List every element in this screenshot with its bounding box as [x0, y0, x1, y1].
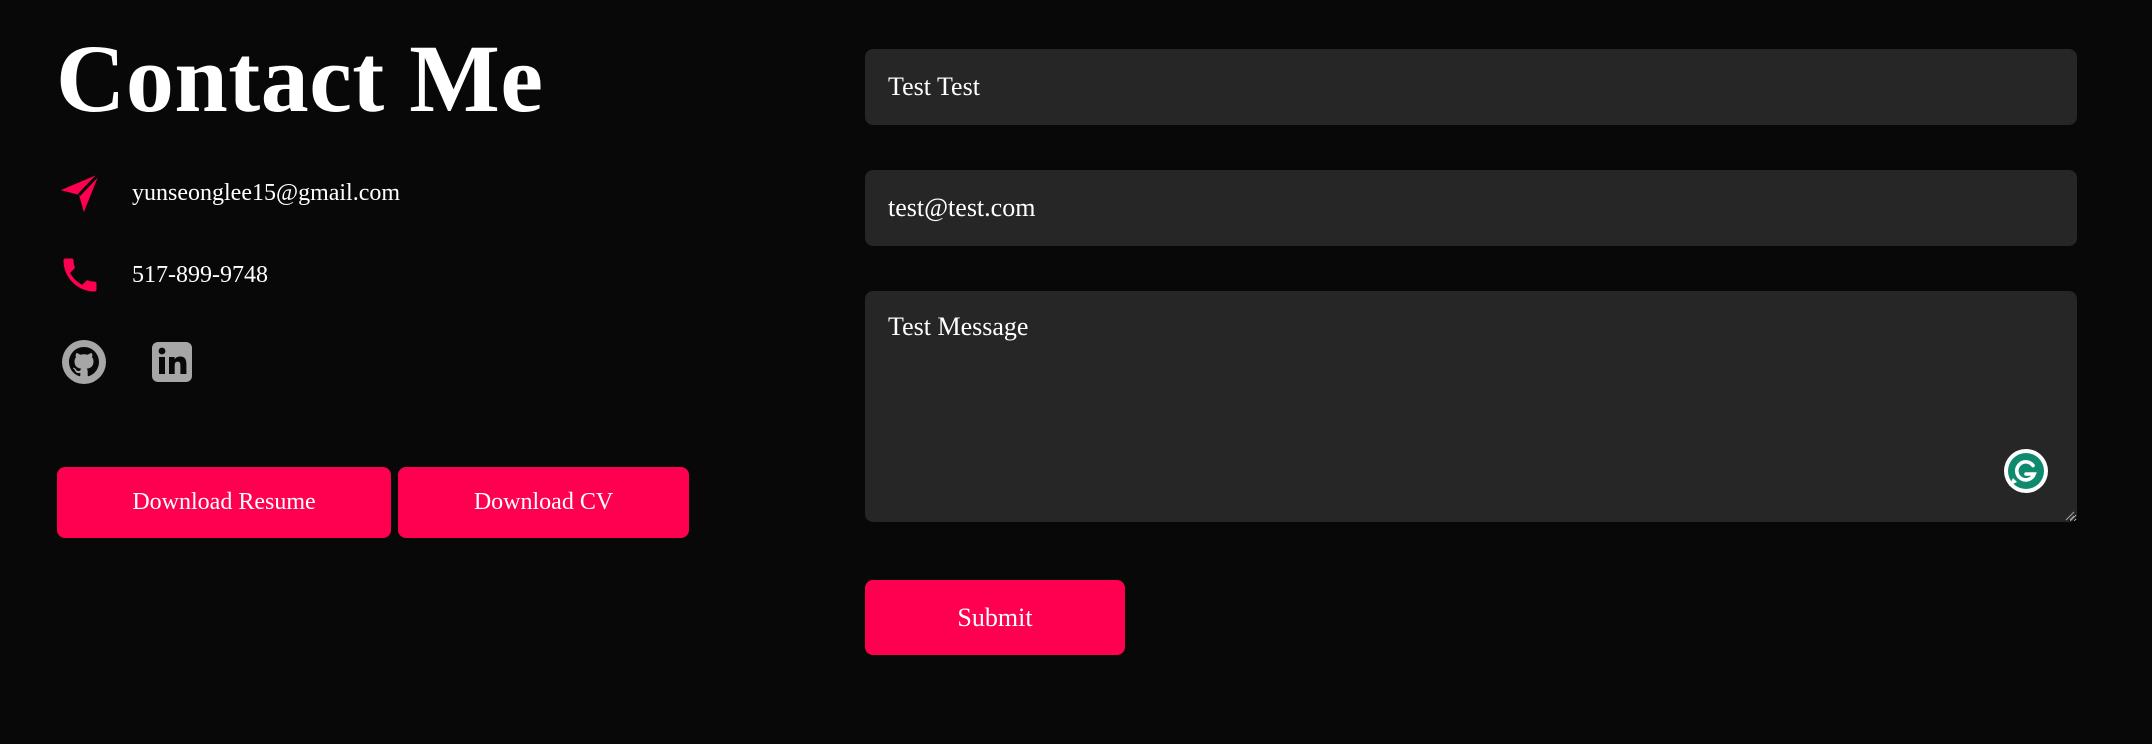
contact-page: Contact Me yunseonglee15@gmail.com 517-8…: [0, 0, 2152, 744]
phone-row: 517-899-9748: [56, 250, 268, 300]
page-title: Contact Me: [56, 25, 544, 132]
email-row: yunseonglee15@gmail.com: [56, 168, 400, 218]
download-cv-button[interactable]: Download CV: [398, 467, 689, 538]
download-buttons: Download Resume Download CV: [57, 467, 689, 538]
resize-grip-icon[interactable]: [2063, 508, 2075, 521]
email-input[interactable]: [865, 170, 2077, 246]
linkedin-icon[interactable]: [148, 338, 196, 386]
github-icon[interactable]: [60, 338, 108, 386]
phone-icon: [56, 251, 104, 299]
email-text: yunseonglee15@gmail.com: [132, 180, 401, 206]
grammarly-icon[interactable]: [2003, 448, 2049, 494]
name-input[interactable]: [865, 49, 2077, 125]
social-links: [60, 338, 196, 386]
message-textarea[interactable]: Test Message: [865, 291, 2077, 522]
submit-button[interactable]: Submit: [865, 580, 1125, 655]
phone-text: 517-899-9748: [132, 262, 268, 288]
download-resume-button[interactable]: Download Resume: [57, 467, 391, 538]
paper-plane-icon: [56, 169, 104, 217]
